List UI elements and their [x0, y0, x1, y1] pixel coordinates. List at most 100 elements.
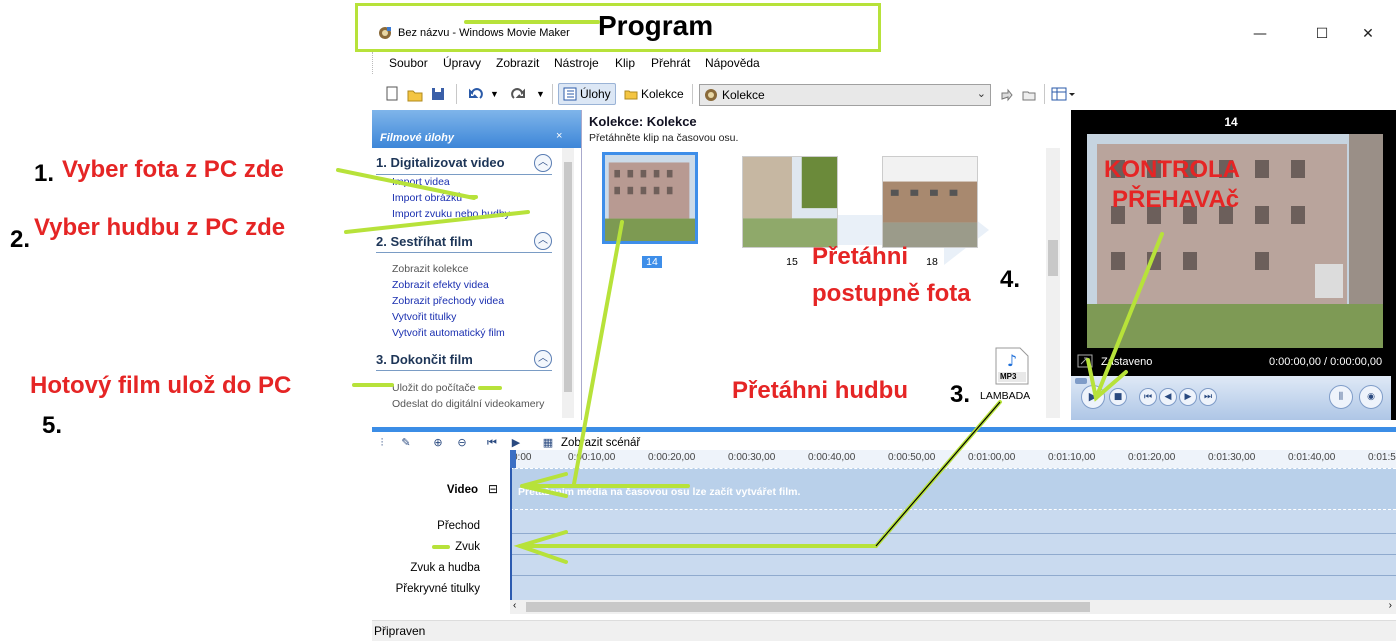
take-picture-button[interactable]: ◉: [1359, 385, 1383, 409]
annotation-step-1-number: 1.: [34, 160, 55, 187]
section-edit-title[interactable]: 2. Sestříhat film: [376, 234, 473, 249]
svg-text:♪: ♪: [1007, 351, 1017, 370]
show-storyboard-button[interactable]: Zobrazit scénář: [561, 437, 640, 449]
toolbar-separator: [552, 84, 553, 104]
timeline-ruler[interactable]: 0:00 0:00:10,00 0:00:20,00 0:00:30,00 0:…: [510, 450, 1396, 468]
menu-klip[interactable]: Klip: [615, 56, 635, 70]
redo-dropdown-icon[interactable]: ▼: [536, 83, 545, 105]
previous-clip-button[interactable]: ⏮: [1139, 388, 1157, 406]
ruler-tick: 0:01:5: [1368, 452, 1396, 463]
play-button[interactable]: ▶: [1081, 385, 1105, 409]
redo-icon[interactable]: [510, 83, 528, 105]
task-save-to-computer[interactable]: Uložit do počítače: [392, 382, 475, 394]
annotation-kontrola-line2: PŘEHAVAč: [1112, 186, 1240, 213]
previous-frame-button[interactable]: ◀: [1159, 388, 1177, 406]
timeline-tracks[interactable]: Přetažením média na časovou osu lze začí…: [510, 468, 1396, 600]
menu-nastroje[interactable]: Nástroje: [554, 56, 599, 70]
playhead-indicator[interactable]: [510, 450, 516, 468]
collection-up-icon[interactable]: [998, 83, 1016, 105]
playback-status: Zastaveno: [1101, 356, 1153, 368]
collapse-section-icon[interactable]: ︿: [534, 154, 552, 172]
clip-label-14[interactable]: 14: [642, 256, 662, 268]
video-track-hint: Přetažením média na časovou osu lze začí…: [518, 486, 801, 498]
task-show-transitions[interactable]: Zobrazit přechody videa: [392, 295, 504, 307]
clip-label-18[interactable]: 18: [922, 256, 942, 268]
scrollbar-thumb[interactable]: [564, 162, 572, 392]
clip-thumbnail-14[interactable]: [602, 152, 698, 244]
storyboard-icon[interactable]: ▦: [540, 435, 556, 451]
open-project-icon[interactable]: [406, 83, 424, 105]
menu-napoveda[interactable]: Nápověda: [705, 56, 760, 70]
scrollbar-thumb[interactable]: [526, 602, 1090, 612]
fullscreen-icon[interactable]: [1077, 354, 1093, 368]
task-send-to-camera[interactable]: Odeslat do digitální videokamery: [392, 398, 544, 410]
rewind-icon[interactable]: ⏮: [484, 435, 500, 451]
collection-icon: [705, 89, 717, 101]
task-import-video[interactable]: Import videa: [392, 176, 450, 188]
new-collection-icon[interactable]: [1020, 83, 1038, 105]
clip-thumbnail-18[interactable]: [882, 156, 978, 248]
zoom-out-icon[interactable]: ⊖: [454, 435, 470, 451]
new-project-icon[interactable]: [384, 83, 400, 105]
audio-music-track[interactable]: [510, 556, 1396, 576]
zoom-in-icon[interactable]: ⊕: [430, 435, 446, 451]
play-timeline-icon[interactable]: ▶: [508, 435, 524, 451]
clip-label-15[interactable]: 15: [782, 256, 802, 268]
menu-upravy[interactable]: Úpravy: [443, 56, 481, 70]
scrollbar-thumb[interactable]: [1048, 240, 1058, 276]
title-overlay-track[interactable]: [510, 577, 1396, 597]
collapse-video-track-icon[interactable]: ⊟: [488, 482, 498, 496]
tasks-toggle-button[interactable]: Úlohy: [558, 83, 616, 105]
tasks-scrollbar[interactable]: [562, 148, 574, 418]
collection-select-value: Kolekce: [722, 88, 765, 102]
movie-tasks-pane: Filmové úlohy × 1. Digitalizovat video ︿…: [372, 110, 582, 420]
undo-icon[interactable]: [466, 83, 484, 105]
collection-scrollbar[interactable]: [1046, 148, 1060, 418]
save-project-icon[interactable]: [430, 83, 446, 105]
video-track[interactable]: Přetažením média na časovou osu lze začí…: [510, 468, 1396, 510]
section-capture-title[interactable]: 1. Digitalizovat video: [376, 155, 505, 170]
ruler-tick: 0:00:10,00: [568, 452, 616, 463]
set-audio-levels-icon[interactable]: ⫶: [374, 435, 390, 451]
maximize-button[interactable]: ☐: [1312, 24, 1332, 44]
clip-thumbnail-15[interactable]: [742, 156, 838, 248]
transition-track[interactable]: [510, 514, 1396, 534]
seek-slider[interactable]: [1075, 378, 1087, 384]
narrate-microphone-icon[interactable]: ✎: [398, 435, 414, 451]
timeline-track-labels: Video ⊟ Přechod Zvuk Zvuk a hudba Překry…: [372, 468, 510, 600]
collapse-section-icon[interactable]: ︿: [534, 232, 552, 250]
undo-dropdown-icon[interactable]: ▼: [490, 83, 499, 105]
collection-select[interactable]: Kolekce ⌄: [699, 84, 991, 106]
task-make-titles[interactable]: Vytvořit titulky: [392, 311, 456, 323]
collections-toggle-button[interactable]: Kolekce: [624, 83, 684, 105]
ruler-tick: 0:00:30,00: [728, 452, 776, 463]
minimize-button[interactable]: —: [1250, 24, 1270, 44]
scroll-right-icon[interactable]: ›: [1389, 600, 1392, 611]
close-button[interactable]: ✕: [1358, 24, 1378, 44]
playback-controls: ▶ ■ ⏮ ◀ ▶ ⏭ ⫼ ◉: [1071, 376, 1391, 420]
split-clip-button[interactable]: ⫼: [1329, 385, 1353, 409]
next-frame-button[interactable]: ▶: [1179, 388, 1197, 406]
menu-soubor[interactable]: Soubor: [389, 56, 428, 70]
section-finish-title[interactable]: 3. Dokončit film: [376, 352, 473, 367]
task-show-effects[interactable]: Zobrazit efekty videa: [392, 279, 489, 291]
audio-clip-lambada[interactable]: ♪ MP3: [994, 346, 1030, 386]
next-clip-button[interactable]: ⏭: [1199, 388, 1217, 406]
scroll-left-icon[interactable]: ‹: [513, 600, 516, 611]
audio-track[interactable]: [510, 535, 1396, 555]
task-import-pictures[interactable]: Import obrázků: [392, 192, 462, 204]
menu-prehrat[interactable]: Přehrát: [651, 56, 690, 70]
task-automovie[interactable]: Vytvořit automatický film: [392, 327, 505, 339]
timeline-hscrollbar[interactable]: ‹ ›: [510, 600, 1396, 614]
task-import-audio[interactable]: Import zvuku nebo hudby: [392, 208, 510, 220]
views-icon[interactable]: [1050, 83, 1078, 105]
collapse-section-icon[interactable]: ︿: [534, 350, 552, 368]
audio-clip-label[interactable]: LAMBADA: [980, 390, 1030, 402]
close-icon[interactable]: ×: [556, 130, 562, 142]
stop-button[interactable]: ■: [1109, 388, 1127, 406]
task-show-collections[interactable]: Zobrazit kolekce: [392, 263, 468, 275]
annotation-save-text: Hotový film ulož do PC: [30, 372, 292, 399]
annotation-drag-music-text: Přetáhni hudbu: [732, 377, 908, 404]
toolbar-separator: [692, 84, 693, 104]
menu-zobrazit[interactable]: Zobrazit: [496, 56, 539, 70]
